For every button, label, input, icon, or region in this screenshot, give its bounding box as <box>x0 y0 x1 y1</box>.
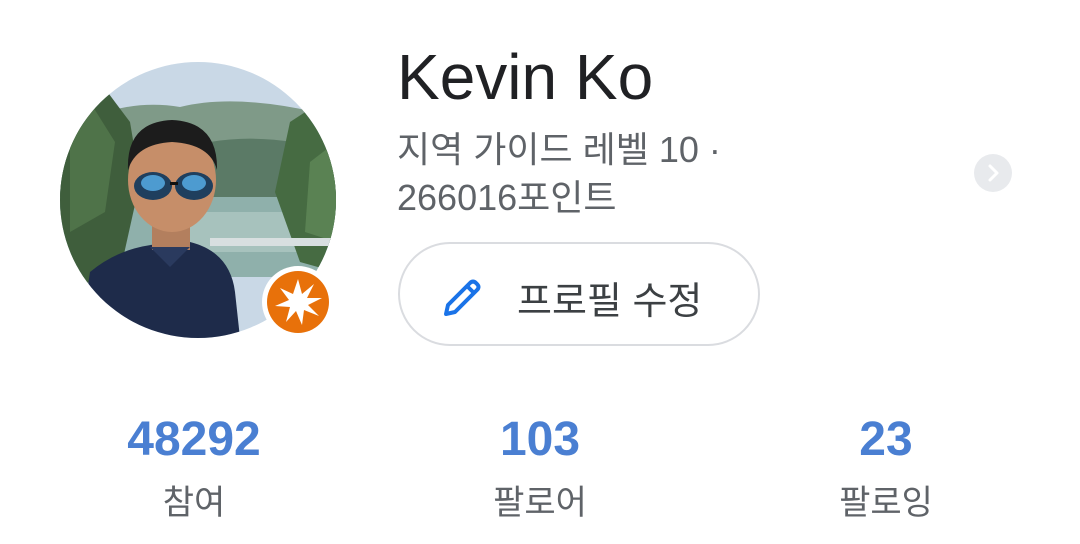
profile-name: Kevin Ko <box>397 41 654 113</box>
following-count: 23 <box>859 413 913 466</box>
followers-count: 103 <box>499 413 581 466</box>
avatar-container[interactable] <box>60 62 336 338</box>
chevron-right-icon[interactable] <box>974 154 1012 192</box>
pencil-icon <box>444 279 481 316</box>
profile-header: Kevin Ko 지역 가이드 레벨 10 · 266016포인트 프로필 수정… <box>0 0 1080 544</box>
contributions-label: 참여 <box>162 484 226 522</box>
edit-profile-label: 프로필 수정 <box>517 281 703 323</box>
profile-subtitle: 지역 가이드 레벨 10 · 266016포인트 <box>397 126 817 222</box>
following-stat[interactable]: 23 팔로잉 <box>756 410 1016 524</box>
following-label: 팔로잉 <box>839 484 933 522</box>
local-guide-badge-icon <box>262 266 334 338</box>
points-text: 266016포인트 <box>397 177 617 218</box>
followers-label: 팔로어 <box>493 484 587 522</box>
contributions-count: 48292 <box>127 413 261 466</box>
contributions-stat[interactable]: 48292 참여 <box>64 410 324 524</box>
followers-stat[interactable]: 103 팔로어 <box>410 410 670 524</box>
guide-level-text: 지역 가이드 레벨 10 · <box>397 129 721 170</box>
edit-profile-button[interactable]: 프로필 수정 <box>398 242 760 346</box>
